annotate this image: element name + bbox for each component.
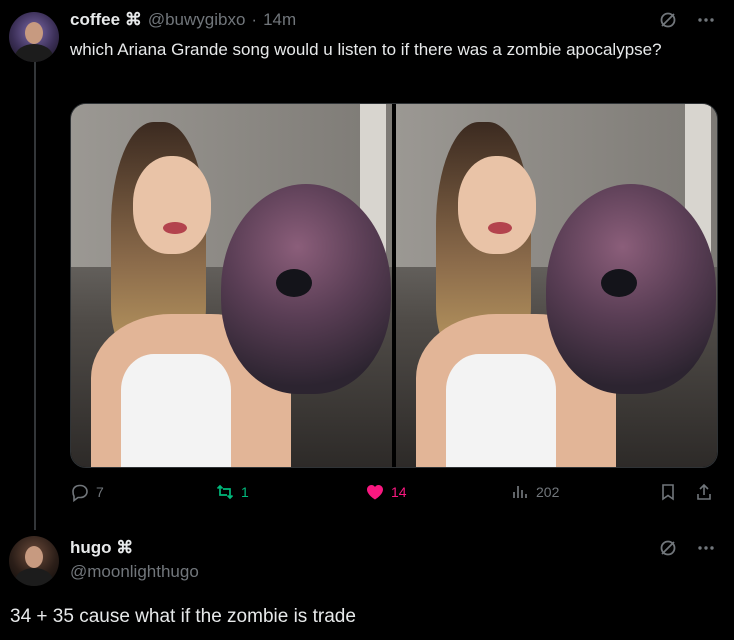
separator: · <box>251 10 258 29</box>
views-count: 202 <box>536 484 560 500</box>
grok-icon[interactable] <box>658 538 678 558</box>
retweet-icon <box>215 482 235 502</box>
photo-mask-eye <box>601 269 637 297</box>
photo-mouth <box>488 222 512 234</box>
photo-face <box>458 156 536 254</box>
name-badge-icon: ⌘ <box>116 538 134 557</box>
like-count: 14 <box>391 484 407 500</box>
reply-top-actions <box>658 538 716 558</box>
display-name-text: coffee <box>70 10 121 29</box>
retweet-count: 1 <box>241 484 249 500</box>
thread-line <box>34 60 36 530</box>
like-button[interactable]: 14 <box>365 482 407 502</box>
avatar[interactable] <box>9 12 59 62</box>
views-button[interactable]: 202 <box>510 482 559 502</box>
display-name[interactable]: coffee ⌘ <box>70 10 142 30</box>
reply-icon <box>70 482 90 502</box>
name-badge-icon: ⌘ <box>124 10 142 29</box>
reply-header: hugo ⌘ @moonlighthugo <box>70 538 199 582</box>
reply-avatar[interactable] <box>9 536 59 586</box>
avatar-face <box>25 546 43 568</box>
bookmark-button[interactable] <box>658 482 678 502</box>
timestamp[interactable]: 14m <box>263 10 296 30</box>
share-icon <box>694 482 714 502</box>
avatar-face <box>25 22 43 44</box>
tweet-header: coffee ⌘ @buwygibxo · 14m <box>70 10 296 30</box>
photo-top <box>446 354 556 467</box>
views-icon <box>510 482 530 502</box>
grok-icon[interactable] <box>658 10 678 30</box>
avatar-shoulders <box>15 44 53 62</box>
tweet-actions: 7 1 14 202 <box>70 482 716 506</box>
photo-top <box>121 354 231 467</box>
reply-count: 7 <box>96 484 104 500</box>
reply-display-name[interactable]: hugo ⌘ <box>70 538 133 558</box>
reply-user-handle[interactable]: @moonlighthugo <box>70 562 199 582</box>
heart-icon <box>365 482 385 502</box>
photo-mouth <box>163 222 187 234</box>
media-image[interactable] <box>71 104 392 467</box>
media-grid <box>70 103 718 468</box>
tweet-text: which Ariana Grande song would u listen … <box>70 40 662 59</box>
reply-display-name-text: hugo <box>70 538 112 557</box>
share-button[interactable] <box>694 482 714 502</box>
user-handle[interactable]: @buwygibxo <box>148 10 246 30</box>
media-image[interactable] <box>396 104 717 467</box>
more-icon[interactable] <box>696 10 716 30</box>
more-icon[interactable] <box>696 538 716 558</box>
bookmark-icon <box>658 482 678 502</box>
photo-mask-eye <box>276 269 312 297</box>
retweet-button[interactable]: 1 <box>215 482 249 502</box>
photo-face <box>133 156 211 254</box>
reply-text: 34 + 35 cause what if the zombie is trad… <box>10 606 356 627</box>
tweet-top-actions <box>658 10 716 30</box>
reply-button[interactable]: 7 <box>70 482 104 502</box>
avatar-shoulders <box>15 568 53 586</box>
